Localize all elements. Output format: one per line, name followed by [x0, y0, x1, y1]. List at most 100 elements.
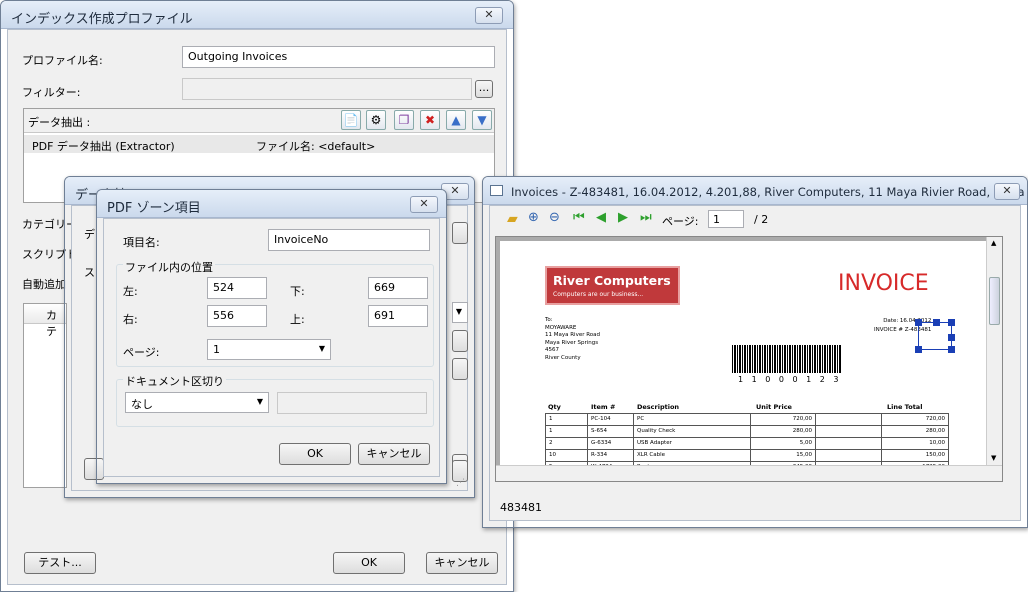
- barcode: [732, 345, 842, 373]
- up-arrow-icon[interactable]: ▲: [446, 110, 466, 130]
- preview-titlebar[interactable]: Invoices - Z-483481, 16.04.2012, 4.201,8…: [483, 177, 1027, 205]
- pdf-viewport[interactable]: River Computers Computers are our busine…: [495, 236, 1003, 482]
- table-cell: [815, 450, 881, 462]
- resize-handle[interactable]: [915, 319, 922, 326]
- table-cell: 1: [545, 414, 587, 426]
- zone-dialog-close-button[interactable]: ✕: [410, 196, 438, 213]
- data-dialog-side-combo[interactable]: ▼: [452, 302, 468, 323]
- vertical-scrollbar[interactable]: ▲ ▼: [986, 237, 1002, 465]
- left-label: 左:: [123, 285, 138, 298]
- table-cell: G-6334: [587, 438, 633, 450]
- doc-split-input[interactable]: [277, 392, 427, 414]
- extractor-file: ファイル名: <default>: [256, 140, 376, 153]
- table-cell: S-654: [587, 426, 633, 438]
- auto-add-label: 自動追加: [22, 278, 66, 291]
- table-cell: PC: [633, 414, 750, 426]
- preview-close-button[interactable]: ✕: [994, 183, 1020, 200]
- profile-name-input[interactable]: Outgoing Invoices: [182, 46, 495, 68]
- company-tagline: Computers are our business...: [553, 291, 644, 298]
- data-dialog-side-button-3[interactable]: [452, 358, 468, 380]
- down-arrow-icon[interactable]: ▼: [472, 110, 492, 130]
- doc-split-group-label: ドキュメント区切り: [123, 373, 226, 389]
- profile-close-button[interactable]: ✕: [475, 7, 503, 24]
- invoice-heading: INVOICE: [838, 271, 929, 296]
- open-folder-icon[interactable]: ▰: [507, 211, 518, 227]
- table-cell: 280,00: [881, 426, 949, 438]
- left-input[interactable]: 524: [207, 277, 267, 299]
- zone-dialog-titlebar[interactable]: PDF ゾーン項目 ✕: [97, 190, 446, 218]
- document-icon: [490, 185, 503, 196]
- test-button[interactable]: テスト...: [24, 552, 96, 574]
- table-header: Qty Item # Description Unit Price Line T…: [545, 403, 949, 413]
- pdf-zone-dialog: PDF ゾーン項目 ✕ 項目名: InvoiceNo ファイル内の位置 左: 5…: [96, 189, 447, 484]
- recipient-address: To: MOYAWARE 11 Maya River Road Maya Riv…: [545, 317, 600, 362]
- table-cell: R-334: [587, 450, 633, 462]
- category-column-label: カテ: [46, 309, 57, 338]
- zoom-out-icon[interactable]: ⊖: [549, 210, 560, 225]
- horizontal-scrollbar[interactable]: [496, 465, 1002, 481]
- column-header-item: Item #: [591, 403, 616, 411]
- extraction-toolbar: 📄 ⚙ ❐ ✖ ▲ ▼: [341, 110, 497, 132]
- data-dialog-side-button-2[interactable]: [452, 330, 468, 352]
- zoom-in-icon[interactable]: ⊕: [528, 210, 539, 225]
- scroll-thumb[interactable]: [989, 277, 1000, 325]
- resize-handle[interactable]: [948, 319, 955, 326]
- dropdown-arrow-icon: ▼: [318, 344, 325, 353]
- address-line-2: 11 Maya River Road: [545, 332, 601, 338]
- table-cell: 720,00: [750, 414, 815, 426]
- resize-handle[interactable]: [948, 346, 955, 353]
- category-column-header[interactable]: カテ: [24, 304, 66, 338]
- table-cell: [815, 438, 881, 450]
- bottom-input[interactable]: 669: [368, 277, 428, 299]
- scroll-down-icon[interactable]: ▼: [991, 454, 996, 462]
- right-input[interactable]: 556: [207, 305, 267, 327]
- last-page-icon[interactable]: ⏭: [640, 210, 652, 225]
- preview-toolbar: ▰ ⊕ ⊖ ⏮ ◀ ▶ ⏭ ページ: 1 / 2: [490, 206, 1020, 234]
- zone-cancel-button[interactable]: キャンセル: [358, 443, 430, 465]
- table-cell: 1: [545, 426, 587, 438]
- resize-handle[interactable]: [948, 334, 955, 341]
- column-header-unit-price: Unit Price: [756, 403, 792, 411]
- data-dialog-label-su: ス: [84, 266, 95, 279]
- filter-browse-button[interactable]: ...: [475, 80, 493, 98]
- profile-ok-button[interactable]: OK: [333, 552, 405, 574]
- top-input[interactable]: 691: [368, 305, 428, 327]
- extraction-label: データ抽出 :: [28, 116, 91, 129]
- preview-page-total: / 2: [754, 213, 769, 226]
- selection-zone[interactable]: [915, 319, 955, 353]
- invoice-preview-window: Invoices - Z-483481, 16.04.2012, 4.201,8…: [482, 176, 1028, 528]
- resize-handle[interactable]: [933, 319, 940, 326]
- copy-icon[interactable]: ❐: [394, 110, 414, 130]
- gear-icon[interactable]: ⚙: [366, 110, 386, 130]
- delete-icon[interactable]: ✖: [420, 110, 440, 130]
- item-name-input[interactable]: InvoiceNo: [268, 229, 430, 251]
- pdf-page: River Computers Computers are our busine…: [500, 241, 986, 481]
- zone-dialog-body: 項目名: InvoiceNo ファイル内の位置 左: 524 下: 669 右:…: [103, 218, 440, 477]
- resize-grip-icon[interactable]: ⋰: [456, 478, 465, 488]
- data-dialog-side-button-1[interactable]: [452, 222, 468, 244]
- new-icon[interactable]: 📄: [341, 110, 361, 130]
- table-row: 2 G-6334 USB Adapter 5,00 10,00: [545, 438, 949, 450]
- filter-input[interactable]: [182, 78, 472, 100]
- doc-split-select-value: なし: [131, 398, 153, 411]
- extractor-row[interactable]: PDF データ抽出 (Extractor) ファイル名: <default>: [24, 135, 494, 153]
- category-list[interactable]: カテ: [23, 303, 67, 488]
- prev-page-icon[interactable]: ◀: [596, 210, 606, 225]
- zone-ok-button[interactable]: OK: [279, 443, 351, 465]
- profile-titlebar[interactable]: インデックス作成プロファイル ✕: [1, 1, 513, 29]
- zone-dialog-title: PDF ゾーン項目: [107, 201, 201, 216]
- next-page-icon[interactable]: ▶: [618, 210, 628, 225]
- doc-split-select[interactable]: なし ▼: [125, 392, 269, 413]
- resize-handle[interactable]: [915, 346, 922, 353]
- table-cell: 720,00: [881, 414, 949, 426]
- table-cell: PC-104: [587, 414, 633, 426]
- table-cell: 2: [545, 438, 587, 450]
- preview-body: ▰ ⊕ ⊖ ⏮ ◀ ▶ ⏭ ページ: 1 / 2 River Computers…: [489, 205, 1021, 521]
- preview-page-input[interactable]: 1: [708, 210, 744, 228]
- dropdown-arrow-icon: ▼: [256, 397, 263, 406]
- profile-cancel-button[interactable]: キャンセル: [426, 552, 498, 574]
- scroll-up-icon[interactable]: ▲: [991, 239, 996, 247]
- first-page-icon[interactable]: ⏮: [573, 210, 585, 225]
- page-select[interactable]: 1 ▼: [207, 339, 331, 360]
- table-cell: Quality Check: [633, 426, 750, 438]
